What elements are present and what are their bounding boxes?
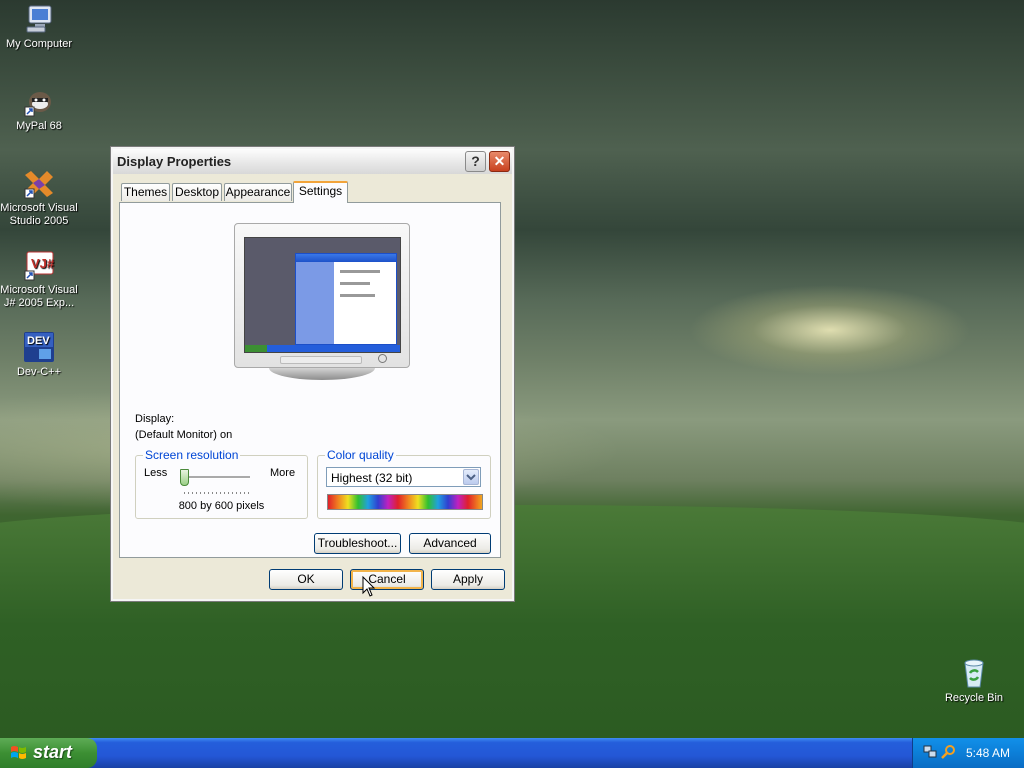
tab-settings[interactable]: Settings xyxy=(293,181,348,203)
monitor-screen xyxy=(244,237,401,353)
start-label: start xyxy=(33,742,73,762)
desktop-icon-visual-studio[interactable]: Microsoft Visual Studio 2005 xyxy=(0,167,79,228)
help-button[interactable]: ? xyxy=(465,151,486,172)
clock[interactable]: 5:48 AM xyxy=(966,746,1010,760)
advanced-button[interactable]: Advanced xyxy=(409,533,491,554)
resolution-slider-track xyxy=(184,476,250,479)
dev-cpp-icon: DEV xyxy=(23,331,55,363)
close-icon: ✕ xyxy=(493,153,506,169)
close-button[interactable]: ✕ xyxy=(489,151,510,172)
power-icon xyxy=(378,354,387,363)
desktop-icon-dev-cpp[interactable]: DEV Dev-C++ xyxy=(0,331,79,379)
desktop-icon-label: Microsoft Visual Studio 2005 xyxy=(0,202,78,227)
raccoon-browser-icon xyxy=(23,85,55,117)
tab-desktop[interactable]: Desktop xyxy=(172,183,222,201)
resolution-value-text: 800 by 600 pixels xyxy=(178,500,265,512)
chevron-down-icon[interactable] xyxy=(463,469,479,485)
monitor-stand xyxy=(269,368,375,380)
dialog-titlebar[interactable]: Display Properties ? ✕ xyxy=(113,149,512,174)
resolution-slider-thumb[interactable] xyxy=(180,469,189,486)
tab-appearance[interactable]: Appearance xyxy=(224,183,292,201)
visual-jsharp-icon: VJ# xyxy=(23,249,55,281)
computer-icon xyxy=(23,3,55,35)
preview-window xyxy=(295,253,397,345)
dialog-title: Display Properties xyxy=(117,154,232,169)
desktop-icon-label: Microsoft Visual J# 2005 Exp... xyxy=(0,284,78,309)
resolution-slider-ticks xyxy=(184,492,250,494)
desktop-icon-recycle-bin[interactable]: Recycle Bin xyxy=(934,657,1014,705)
monitor-frame xyxy=(234,223,410,368)
ok-button[interactable]: OK xyxy=(269,569,343,590)
display-properties-dialog: Display Properties ? ✕ Themes Desktop Ap… xyxy=(110,146,515,602)
desktop-icon-mypal[interactable]: MyPal 68 xyxy=(0,85,79,133)
color-quality-legend: Color quality xyxy=(325,448,396,462)
preview-taskbar xyxy=(245,345,400,352)
desktop-icon-visual-jsharp[interactable]: VJ# Microsoft Visual J# 2005 Exp... xyxy=(0,249,79,310)
resolution-more-label: More xyxy=(270,467,296,479)
display-value: (Default Monitor) on xyxy=(135,429,233,441)
start-button[interactable]: start xyxy=(0,738,97,768)
system-tray: 5:48 AM xyxy=(912,738,1024,768)
display-label: Display: xyxy=(135,413,175,425)
desktop-icon-my-computer[interactable]: My Computer xyxy=(0,3,79,51)
question-mark-icon: ? xyxy=(471,153,480,169)
tab-themes[interactable]: Themes xyxy=(121,183,170,201)
search-icon[interactable] xyxy=(941,744,957,760)
apply-button[interactable]: Apply xyxy=(431,569,505,590)
svg-text:DEV: DEV xyxy=(27,335,50,347)
color-quality-value: Highest (32 bit) xyxy=(331,471,413,485)
network-icon[interactable] xyxy=(923,745,937,759)
desktop-icon-label: Dev-C++ xyxy=(16,366,62,378)
settings-panel: Display: (Default Monitor) on Screen res… xyxy=(119,202,501,558)
desktop-icon-label: My Computer xyxy=(5,38,73,50)
desktop-icon-label: MyPal 68 xyxy=(16,120,62,132)
desktop-icon-label: Recycle Bin xyxy=(944,692,1004,704)
troubleshoot-button[interactable]: Troubleshoot... xyxy=(314,533,401,554)
monitor-preview xyxy=(234,223,410,383)
color-spectrum-bar xyxy=(327,494,483,510)
windows-logo-icon xyxy=(10,745,27,761)
color-quality-group: Color quality Highest (32 bit) xyxy=(317,448,491,519)
color-quality-select[interactable]: Highest (32 bit) xyxy=(326,467,481,487)
visual-studio-icon xyxy=(23,167,55,199)
taskbar: start 5:48 AM xyxy=(0,738,1024,768)
monitor-bezel-detail xyxy=(280,356,362,364)
screen-resolution-legend: Screen resolution xyxy=(143,448,241,462)
recycle-bin-icon xyxy=(958,657,990,689)
screen-resolution-group: Screen resolution Less More 800 by 600 p… xyxy=(135,448,308,519)
resolution-less-label: Less xyxy=(144,467,168,479)
mouse-cursor-icon xyxy=(362,575,376,598)
svg-text:VJ#: VJ# xyxy=(31,256,55,271)
